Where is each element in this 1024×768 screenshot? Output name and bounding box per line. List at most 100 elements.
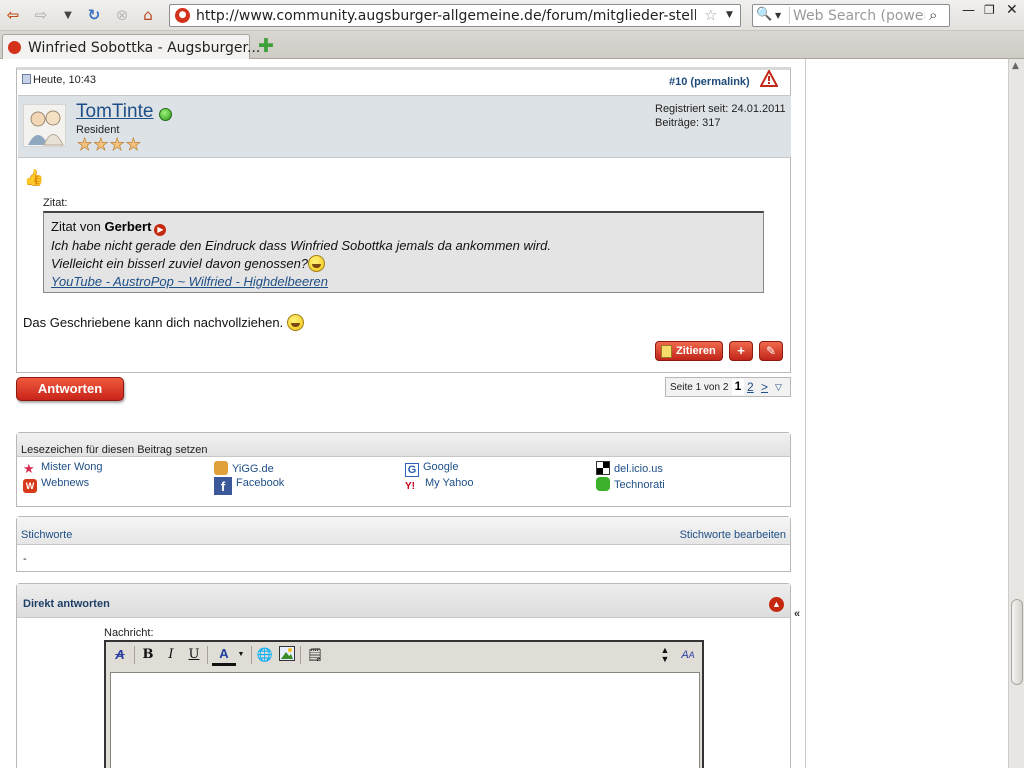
search-engine-icon[interactable]: 🔍 <box>756 7 772 22</box>
vertical-scrollbar[interactable]: ▲ <box>1008 59 1024 768</box>
minimize-icon[interactable]: — <box>962 3 975 18</box>
scroll-thumb[interactable] <box>1011 599 1023 685</box>
multiquote-plus-icon[interactable]: + <box>729 341 753 361</box>
bold-icon[interactable]: B <box>139 646 157 664</box>
bookmark-label: Facebook <box>236 477 285 489</box>
text-color-icon[interactable]: A <box>212 646 236 666</box>
quote-author: Gerbert <box>104 219 152 234</box>
post-permalink[interactable]: #10 (permalink) <box>669 76 750 88</box>
url-bar[interactable]: ● http://www.community.augsburger-allgem… <box>169 4 741 27</box>
edit-tags-link[interactable]: Stichworte bearbeiten <box>680 529 786 541</box>
report-warning-icon[interactable] <box>760 70 778 88</box>
quote-intro-label: Zitat: <box>43 197 68 209</box>
edit-pencil-icon[interactable]: ✎ <box>759 341 783 361</box>
resize-editor-icon[interactable]: ▲ ▼ <box>656 646 674 664</box>
toolbar-separator <box>207 646 208 664</box>
collapse-sidebar-icon[interactable]: « <box>794 608 800 620</box>
page-2-link[interactable]: 2 <box>747 380 754 394</box>
bookmark-star-icon[interactable]: ☆ <box>704 6 717 24</box>
page-viewport: Heute, 10:43 #10 (permalink) TomTinte Re… <box>0 59 1008 768</box>
quote-author-line: Zitat von Gerbert ▶ <box>51 219 756 236</box>
laughing-smiley-icon <box>308 255 326 272</box>
tab-active[interactable]: Winfried Sobottka - Augsburger... <box>2 34 260 60</box>
quote-button[interactable]: Zitieren <box>655 341 723 361</box>
stop-icon[interactable]: ⊗ <box>112 5 132 25</box>
social-bookmarks-panel: Lesezeichen für diesen Beitrag setzen ★ M… <box>16 432 791 507</box>
quick-reply-title: Direkt antworten <box>23 598 110 610</box>
bookmark-label: Webnews <box>41 477 90 489</box>
google-icon: G <box>405 463 419 477</box>
web-search-box[interactable]: 🔍 ▼ Web Search (powered ⌕ <box>752 4 950 27</box>
avatar[interactable] <box>23 104 66 147</box>
navigation-toolbar: ⇦ ⇨ ▼ ↻ ⊗ ⌂ ● http://www.community.augsb… <box>0 0 1024 31</box>
avatar-people-icon <box>28 110 64 146</box>
insert-link-globe-icon[interactable]: 🌐 <box>256 646 274 664</box>
history-dropdown-icon[interactable]: ▼ <box>58 5 78 25</box>
message-label: Nachricht: <box>104 627 154 639</box>
text-color-dropdown-icon[interactable]: ▼ <box>236 646 246 664</box>
bookmark-mister-wong[interactable]: ★ Mister Wong <box>23 461 103 476</box>
switch-editor-mode-icon[interactable]: AA <box>679 646 697 664</box>
quick-reply-header: Direkt antworten ▲ <box>17 584 790 618</box>
search-engine-dropdown-icon[interactable]: ▼ <box>775 11 781 20</box>
bookmark-facebook[interactable]: f Facebook <box>214 477 284 495</box>
post-date: Heute, 10:43 <box>22 74 96 86</box>
thumbs-up-icon: 👍 <box>24 170 44 187</box>
bookmark-label: del.icio.us <box>614 463 663 475</box>
yigg-icon <box>214 461 228 475</box>
scroll-up-arrow-icon[interactable]: ▲ <box>1012 61 1019 71</box>
user-rating-stars: ★★★★ <box>77 135 142 155</box>
reload-icon[interactable]: ↻ <box>84 5 104 25</box>
bookmark-my-yahoo[interactable]: Y! My Yahoo <box>405 477 474 494</box>
quote-line-2: Vielleicht ein bisserl zuviel davon geno… <box>51 256 309 271</box>
home-icon[interactable]: ⌂ <box>138 5 158 25</box>
back-arrow-icon[interactable]: ⇦ <box>3 5 23 25</box>
bookmark-label: My Yahoo <box>425 477 474 489</box>
content-column: Heute, 10:43 #10 (permalink) TomTinte Re… <box>0 59 806 768</box>
url-text[interactable]: http://www.community.augsburger-allgemei… <box>196 8 696 24</box>
pagination: Seite 1 von 2 1 2 > ▽ <box>665 377 791 397</box>
youtube-link[interactable]: YouTube - AustroPop ~ Wilfried - Highdel… <box>51 274 756 289</box>
restore-window-icon[interactable]: ❐ <box>984 3 995 17</box>
search-input[interactable]: Web Search (powered <box>793 8 925 24</box>
page-menu-dropdown-icon[interactable]: ▽ <box>775 382 782 393</box>
browser-window: ⇦ ⇨ ▼ ↻ ⊗ ⌂ ● http://www.community.augsb… <box>0 0 1024 768</box>
bookmark-google[interactable]: G Google <box>405 461 458 477</box>
collapse-up-icon[interactable]: ▲ <box>769 597 784 612</box>
message-textarea[interactable] <box>110 672 700 768</box>
post-date-text: Heute, 10:43 <box>33 74 96 86</box>
italic-icon[interactable]: I <box>162 646 180 664</box>
reply-button[interactable]: Antworten <box>16 377 124 401</box>
username-link[interactable]: TomTinte <box>76 101 153 123</box>
bookmark-yigg[interactable]: YiGG.de <box>214 461 274 475</box>
url-dropdown-icon[interactable]: ▼ <box>726 10 733 20</box>
bookmark-webnews[interactable]: W Webnews <box>23 477 89 493</box>
search-divider <box>789 7 790 24</box>
search-go-icon[interactable]: ⌕ <box>929 6 937 24</box>
view-post-arrow-icon[interactable]: ▶ <box>154 224 167 236</box>
toolbar-separator <box>251 646 252 664</box>
message-editor: A B I U A ▼ 🌐 🗒 ▲ ▼ AA <box>104 640 704 768</box>
grin-smiley-icon <box>286 314 304 331</box>
registered-since: Registriert seit: 24.01.2011 <box>655 103 786 115</box>
forward-arrow-icon[interactable]: ⇨ <box>31 5 51 25</box>
mister-wong-icon: ★ <box>23 461 35 476</box>
insert-image-icon[interactable] <box>278 646 296 664</box>
remove-format-icon[interactable]: A <box>111 646 129 664</box>
tags-title[interactable]: Stichworte <box>21 529 72 541</box>
close-window-icon[interactable]: ✕ <box>1006 2 1018 18</box>
toolbar-separator <box>134 646 135 664</box>
new-tab-plus-icon[interactable]: ✚ <box>258 35 274 57</box>
insert-quote-icon[interactable]: 🗒 <box>306 646 324 664</box>
bookmark-delicious[interactable]: del.icio.us <box>596 461 663 475</box>
bookmark-label: Google <box>423 461 459 473</box>
bookmark-technorati[interactable]: Technorati <box>596 477 665 491</box>
forum-post: Heute, 10:43 #10 (permalink) TomTinte Re… <box>16 67 791 373</box>
quote-box: Zitat von Gerbert ▶ Ich habe nicht gerade… <box>43 211 764 293</box>
delicious-icon <box>596 461 610 475</box>
next-page-link[interactable]: > <box>761 380 768 394</box>
underline-icon[interactable]: U <box>185 646 203 664</box>
user-stats: Registriert seit: 24.01.2011 Beiträge: 3… <box>655 102 786 130</box>
post-message: Das Geschriebene kann dich nachvollziehe… <box>23 314 304 331</box>
tab-strip: Winfried Sobottka - Augsburger... ✚ <box>0 31 1024 60</box>
